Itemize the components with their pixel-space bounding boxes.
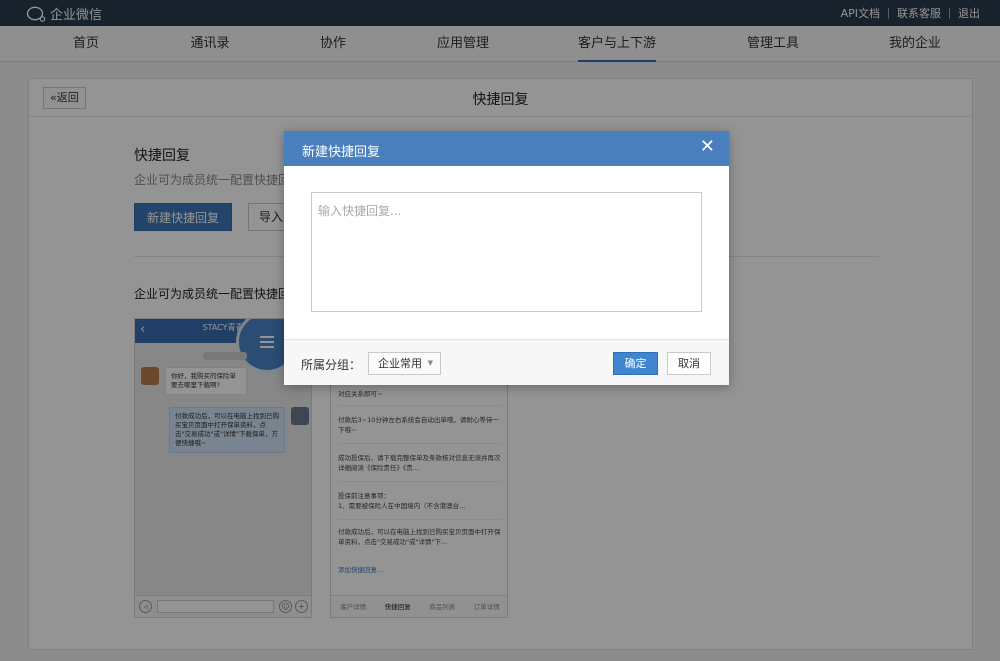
caret-down-icon: ▼ xyxy=(427,359,433,367)
dialog-header: 新建快捷回复 ✕ xyxy=(284,131,729,166)
group-select-value: 企业常用 xyxy=(378,357,422,370)
dialog-footer: 所属分组： 企业常用 ▼ 确定 取消 xyxy=(284,339,729,385)
close-icon[interactable]: ✕ xyxy=(700,137,715,157)
confirm-button[interactable]: 确定 xyxy=(613,352,658,375)
new-quick-reply-dialog: 新建快捷回复 ✕ 所属分组： 企业常用 ▼ 确定 取消 xyxy=(284,131,729,385)
dialog-title: 新建快捷回复 xyxy=(302,145,381,160)
group-label: 所属分组： xyxy=(301,358,362,372)
group-select[interactable]: 企业常用 ▼ xyxy=(368,352,441,375)
quick-reply-textarea[interactable] xyxy=(311,192,702,312)
cancel-button[interactable]: 取消 xyxy=(667,352,711,375)
dialog-body xyxy=(284,166,729,339)
